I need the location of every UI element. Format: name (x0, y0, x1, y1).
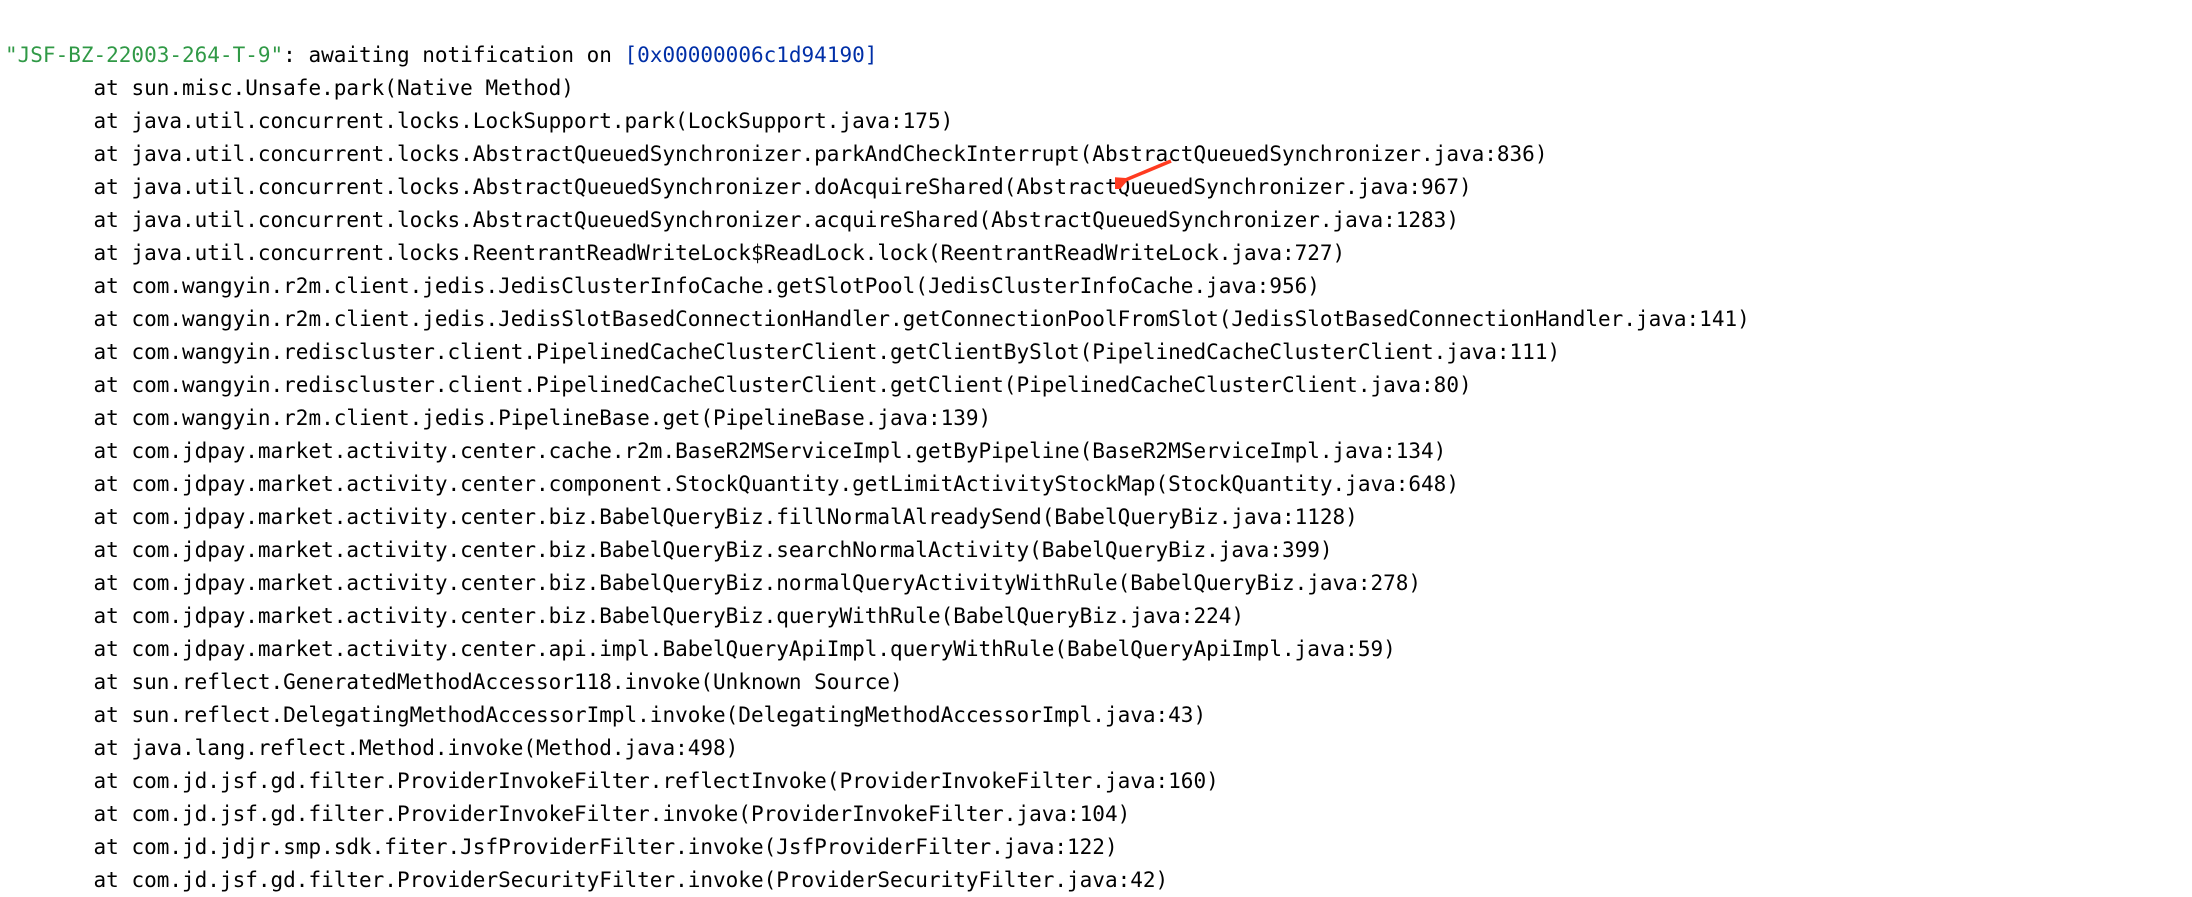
stack-frame: com.jdpay.market.activity.center.biz.Bab… (131, 505, 1357, 529)
stack-frame: java.util.concurrent.locks.LockSupport.p… (131, 109, 953, 133)
stack-frame: java.util.concurrent.locks.ReentrantRead… (131, 241, 1345, 265)
stack-frame: com.wangyin.r2m.client.jedis.JedisSlotBa… (131, 307, 1749, 331)
stack-frame: com.jdpay.market.activity.center.biz.Bab… (131, 571, 1421, 595)
stack-frame: java.lang.reflect.Method.invoke(Method.j… (131, 736, 738, 760)
stack-frame: com.jdpay.market.activity.center.api.imp… (131, 637, 1395, 661)
thread-status: awaiting notification on (308, 43, 624, 67)
monitor-address: [0x00000006c1d94190] (625, 43, 878, 67)
stack-frame: com.wangyin.r2m.client.jedis.JedisCluste… (131, 274, 1319, 298)
stack-frame: com.jd.jsf.gd.filter.ProviderInvokeFilte… (131, 769, 1218, 793)
sep: : (283, 43, 308, 67)
stack-frame: com.jdpay.market.activity.center.biz.Bab… (131, 538, 1332, 562)
stack-frame: com.wangyin.rediscluster.client.Pipeline… (131, 340, 1560, 364)
stack-frame: com.wangyin.r2m.client.jedis.PipelineBas… (131, 406, 991, 430)
stack-frame: java.util.concurrent.locks.AbstractQueue… (131, 208, 1459, 232)
stack-trace-block: "JSF-BZ-22003-264-T-9": awaiting notific… (0, 0, 2192, 897)
stack-frame: com.jd.jsf.gd.filter.ProviderInvokeFilte… (131, 802, 1130, 826)
stack-frame: com.jdpay.market.activity.center.cache.r… (131, 439, 1446, 463)
stack-frame: java.util.concurrent.locks.AbstractQueue… (131, 175, 1471, 199)
stack-frame: sun.reflect.GeneratedMethodAccessor118.i… (131, 670, 902, 694)
stack-frame: sun.misc.Unsafe.park(Native Method) (131, 76, 574, 100)
thread-header-line: "JSF-BZ-22003-264-T-9": awaiting notific… (5, 43, 877, 67)
stack-frame: com.jd.jdjr.smp.sdk.fiter.JsfProviderFil… (131, 835, 1117, 859)
stack-frame: com.wangyin.rediscluster.client.Pipeline… (131, 373, 1471, 397)
stack-frame: com.jdpay.market.activity.center.biz.Bab… (131, 604, 1244, 628)
stack-frame: java.util.concurrent.locks.AbstractQueue… (131, 142, 1547, 166)
stack-frame: com.jd.jsf.gd.filter.ProviderSecurityFil… (131, 868, 1168, 892)
stack-frame: sun.reflect.DelegatingMethodAccessorImpl… (131, 703, 1206, 727)
stack-frame: com.jdpay.market.activity.center.compone… (131, 472, 1459, 496)
thread-name: "JSF-BZ-22003-264-T-9" (5, 43, 283, 67)
